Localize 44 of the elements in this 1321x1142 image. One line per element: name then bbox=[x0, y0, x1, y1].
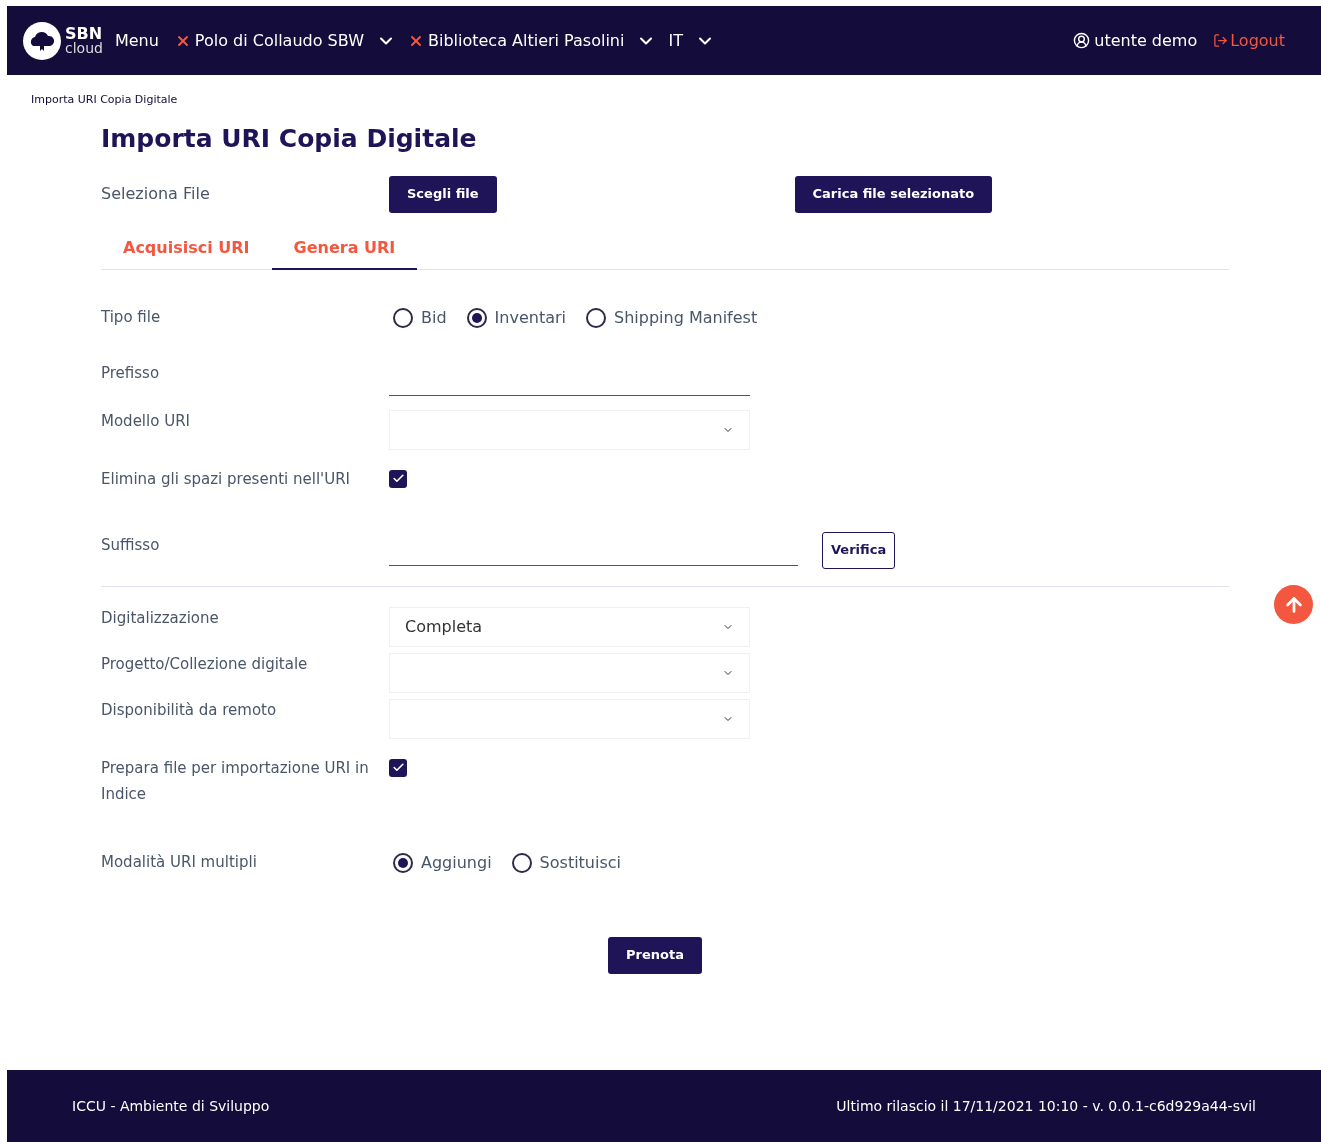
select-field[interactable] bbox=[389, 652, 750, 693]
field-label: Progetto/Collezione digitale bbox=[101, 654, 308, 673]
field-label: Modalità URI multipli bbox=[101, 852, 257, 871]
choose-file-button[interactable]: Scegli file bbox=[389, 175, 497, 213]
logout-link[interactable]: Logout bbox=[1213, 28, 1285, 53]
upload-button[interactable]: Carica file selezionato bbox=[794, 175, 993, 213]
radio-option[interactable]: Aggiungi bbox=[393, 850, 492, 875]
checkbox[interactable] bbox=[389, 758, 407, 777]
field-label: Digitalizzazione bbox=[101, 608, 219, 627]
field-label: Seleziona File bbox=[101, 184, 210, 203]
radio-option[interactable]: Sostituisci bbox=[511, 850, 622, 875]
context-selector[interactable]: IT bbox=[668, 28, 683, 53]
user-icon bbox=[1073, 32, 1091, 49]
select-field[interactable]: Completa bbox=[389, 606, 750, 647]
context-selector[interactable]: Biblioteca Altieri Pasolini bbox=[427, 28, 625, 53]
submit-button[interactable]: Prenota bbox=[608, 936, 702, 974]
field-label: Prepara file per importazione URI in Indice bbox=[101, 758, 369, 803]
select-field[interactable] bbox=[389, 409, 750, 450]
field-label: Prefisso bbox=[101, 363, 160, 382]
select-field[interactable] bbox=[389, 698, 750, 739]
scroll-top-button[interactable] bbox=[1274, 585, 1313, 624]
menu-link[interactable]: Menu bbox=[114, 28, 159, 53]
field-label: Modello URI bbox=[101, 411, 190, 430]
user-name[interactable]: utente demo bbox=[1094, 28, 1198, 53]
page-title: Importa URI Copia Digitale bbox=[101, 123, 478, 155]
check-icon bbox=[391, 761, 405, 774]
cloud-logo-icon bbox=[23, 21, 61, 60]
field-label: Suffisso bbox=[101, 535, 160, 554]
field-label: Disponibilità da remoto bbox=[101, 700, 277, 719]
radio-option[interactable]: Shipping Manifest bbox=[586, 305, 758, 330]
logo-text: SBN bbox=[65, 26, 103, 41]
radio-option[interactable]: Bid bbox=[393, 305, 447, 330]
logout-icon bbox=[1213, 33, 1229, 48]
checkbox[interactable] bbox=[389, 469, 407, 488]
footer-text: ICCU - Ambiente di Sviluppo bbox=[72, 1096, 270, 1116]
radio-option[interactable]: Inventari bbox=[466, 305, 566, 330]
context-selector[interactable]: Polo di Collaudo SBW bbox=[194, 28, 364, 53]
verify-button[interactable]: Verifica bbox=[822, 531, 896, 569]
field-label: Elimina gli spazi presenti nell'URI bbox=[101, 469, 350, 488]
version-text: Ultimo rilascio il 17/11/2021 10:10 - v. 0.0.1-c6d929a44-svil bbox=[836, 1096, 1256, 1116]
breadcrumb[interactable]: Importa URI Copia Digitale bbox=[31, 93, 178, 106]
field-label: Tipo file bbox=[101, 307, 161, 326]
check-icon bbox=[391, 472, 405, 485]
logo-subtext: cloud bbox=[65, 40, 103, 55]
